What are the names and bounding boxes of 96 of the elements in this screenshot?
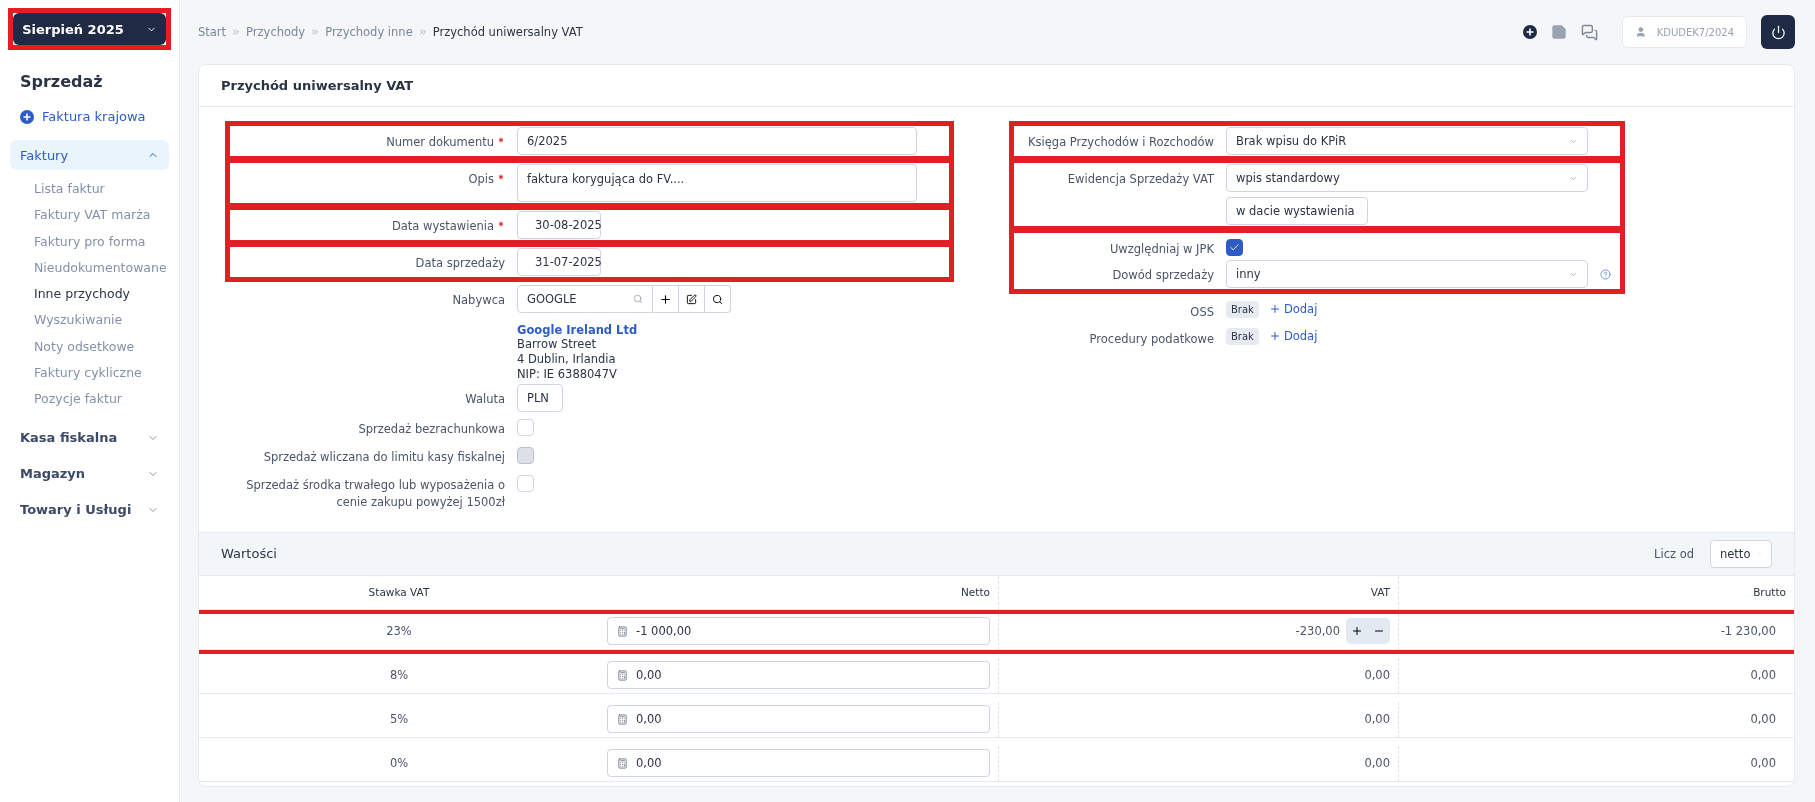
breadcrumb-link[interactable]: Start — [198, 25, 227, 39]
check-icon — [1229, 242, 1240, 253]
select-field[interactable]: PLN — [517, 384, 563, 412]
table-cell: 23% — [199, 613, 599, 650]
add-buyer-button[interactable] — [653, 285, 679, 313]
table-cell: 5% — [199, 701, 599, 738]
field-label: Ewidencja Sprzedaży VAT — [1067, 171, 1214, 188]
calculator-icon — [617, 669, 628, 681]
column-header: VAT — [999, 575, 1399, 610]
buyer-field[interactable]: GOOGLE — [517, 285, 653, 313]
field-label: Sprzedaż bezrachunkowa — [358, 421, 505, 438]
amount-field[interactable]: 0,00 — [607, 749, 990, 777]
breadcrumb-separator-icon — [310, 27, 321, 37]
select-field[interactable]: netto — [1710, 539, 1772, 568]
nav-group[interactable]: Magazyn — [10, 458, 169, 489]
table-cell: -1 230,00 — [1720, 624, 1776, 638]
edit-buyer-button[interactable] — [679, 285, 705, 313]
address-line: 4 Dublin, Irlandia — [517, 352, 617, 367]
logout-button[interactable] — [1761, 15, 1795, 49]
table-cell: 0,00 — [1750, 668, 1776, 682]
table-cell: 0,00 — [1750, 756, 1776, 770]
plus-icon — [659, 292, 672, 306]
plus-icon — [1268, 329, 1281, 342]
new-invoice-link[interactable]: Faktura krajowa — [20, 109, 169, 124]
search-icon — [633, 294, 643, 304]
field-label: Procedury podatkowe — [1089, 330, 1214, 348]
breadcrumb-link[interactable]: Przychody inne — [325, 25, 413, 39]
section-title: Wartości — [221, 546, 277, 561]
field-label: Data wystawienia — [391, 218, 494, 235]
field-label: Dowód sprzedaży — [1112, 267, 1214, 285]
table-cell: 0,00 — [1364, 756, 1390, 770]
help-icon[interactable] — [1600, 269, 1611, 281]
calculator-icon — [617, 625, 628, 637]
power-icon — [1770, 24, 1786, 40]
plus-circle-icon — [20, 109, 34, 124]
select-field[interactable]: Brak wpisu do KPiR — [1226, 127, 1588, 155]
plus-circle-icon[interactable] — [1523, 25, 1537, 39]
add-link[interactable]: Dodaj — [1268, 328, 1318, 343]
card-title: Przychód uniwersalny VAT — [221, 78, 414, 93]
description-field[interactable]: faktura korygująca do FV.... — [517, 164, 917, 202]
nav-group[interactable]: Towary i Usługi — [10, 494, 169, 525]
chat-icon[interactable] — [1581, 23, 1598, 41]
field-label: Numer dokumentu — [386, 134, 494, 151]
date-field[interactable]: 31-07-2025 — [517, 248, 601, 276]
plus-icon — [1351, 625, 1363, 637]
checkbox[interactable] — [1226, 239, 1243, 256]
search-buyer-button[interactable] — [705, 285, 731, 313]
field-label: Uwzględniaj w JPK — [1109, 241, 1214, 258]
column-header: Netto — [599, 575, 999, 610]
field-label: Sprzedaż wliczana do limitu kasy fiskalnej — [263, 449, 505, 466]
field-label: Sprzedaż środka trwałego lub wyposażenia o cenie zakupu powyżej 1500zł — [245, 477, 505, 512]
field-label: Data sprzedaży — [415, 255, 505, 272]
amount-field[interactable]: 0,00 — [607, 661, 990, 689]
table-cell: 0% — [199, 745, 599, 782]
date-field[interactable]: 30-08-2025 — [517, 211, 601, 239]
field-label: Waluta — [465, 391, 505, 408]
amount-field[interactable]: 0,00 — [607, 705, 990, 733]
add-link[interactable]: Dodaj — [1268, 302, 1318, 317]
status-badge: Brak — [1226, 327, 1259, 345]
nav-item[interactable]: Inne przychody — [10, 281, 169, 308]
status-badge: Brak — [1226, 301, 1259, 319]
breadcrumb-link[interactable]: Przychody — [246, 25, 306, 39]
table-cell: 8% — [199, 657, 599, 694]
field-label: Nabywca — [452, 292, 505, 309]
breadcrumb-link[interactable]: Przychód uniwersalny VAT — [432, 25, 583, 39]
column-header: Brutto — [1399, 575, 1794, 610]
select-field[interactable]: wpis standardowy — [1226, 164, 1588, 192]
nav-group[interactable]: Faktury — [10, 140, 169, 170]
breadcrumb-separator-icon — [417, 27, 428, 37]
user-icon — [1635, 25, 1647, 39]
amount-field[interactable]: -1 000,00 — [607, 617, 990, 645]
field-label: Licz od — [1654, 546, 1694, 561]
calculator-icon — [617, 713, 628, 725]
table-cell: 0,00 — [1364, 712, 1390, 726]
search-icon — [712, 293, 723, 305]
field-label: OSS — [1190, 304, 1214, 322]
document-number-field[interactable]: 6/2025 — [517, 127, 917, 155]
field-label: Księga Przychodów i Rozchodów — [1028, 134, 1214, 151]
section-heading: Sprzedaż — [20, 72, 104, 91]
address-line: NIP: IE 6388047V — [517, 367, 618, 382]
field-label: Opis — [468, 171, 494, 188]
plus-icon — [1268, 303, 1281, 316]
company-name-link[interactable]: Google Ireland Ltd — [517, 323, 917, 337]
edit-icon — [686, 293, 697, 305]
table-cell: 0,00 — [1364, 668, 1390, 682]
column-header: Stawka VAT — [199, 575, 599, 610]
address-line: Barrow Street — [517, 337, 597, 352]
nav-group[interactable]: Kasa fiskalna — [10, 422, 169, 453]
select-field[interactable]: w dacie wystawienia — [1226, 197, 1368, 225]
note-icon[interactable] — [1551, 24, 1567, 40]
table-cell: 0,00 — [1750, 712, 1776, 726]
select-field[interactable]: inny — [1226, 260, 1588, 289]
breadcrumb-separator-icon — [231, 27, 242, 37]
table-cell: -230,00 — [1295, 624, 1340, 638]
calculator-icon — [617, 757, 628, 769]
period-button[interactable]: Sierpień 2025 — [13, 13, 166, 45]
